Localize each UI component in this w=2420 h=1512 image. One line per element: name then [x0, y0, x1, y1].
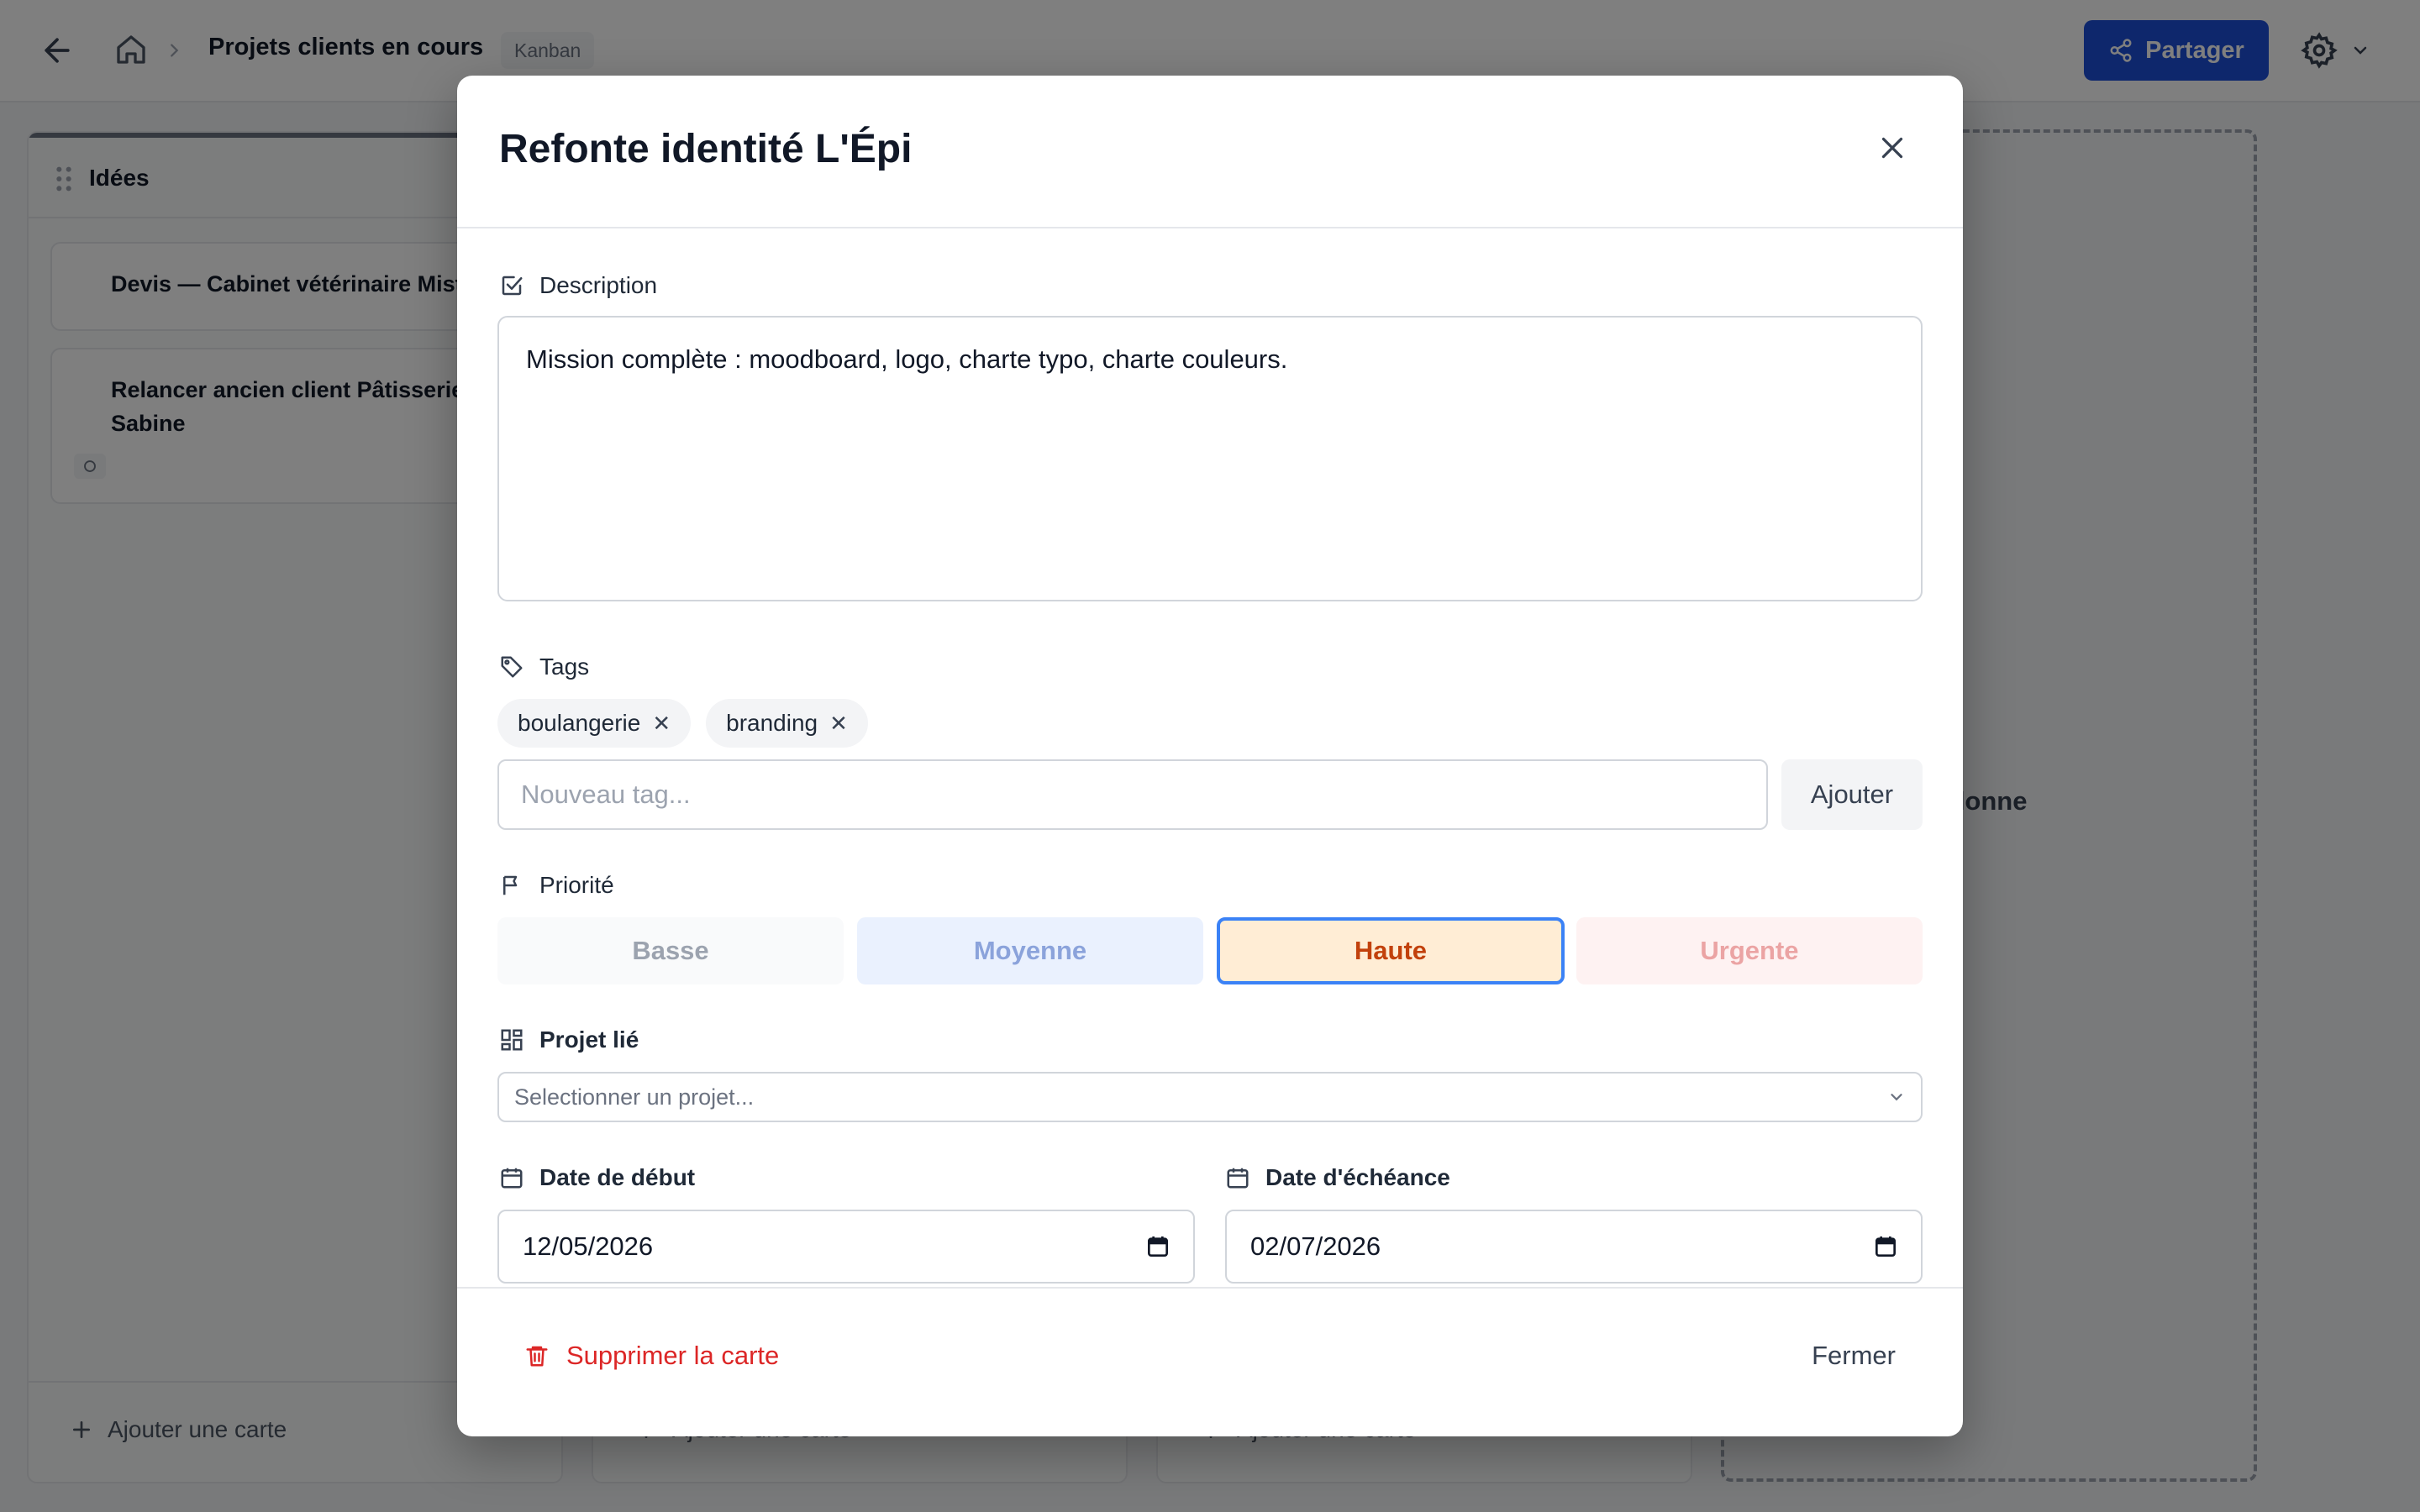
remove-tag-icon[interactable]: ✕ [829, 711, 848, 737]
project-label: Projet lié [499, 1026, 639, 1053]
tags-label: Tags [499, 654, 589, 680]
priority-high-button[interactable]: Haute [1217, 917, 1565, 984]
add-tag-button[interactable]: Ajouter [1781, 759, 1923, 830]
start-date-value: 12/05/2026 [523, 1231, 654, 1261]
priority-medium-button[interactable]: Moyenne [857, 917, 1203, 984]
calendar-picker-icon[interactable] [1872, 1233, 1899, 1260]
calendar-picker-icon[interactable] [1144, 1233, 1171, 1260]
remove-tag-icon[interactable]: ✕ [652, 711, 671, 737]
tag-label: boulangerie [518, 710, 641, 736]
delete-card-button[interactable]: Supprimer la carte [524, 1341, 779, 1371]
modal-header: Refonte identité L'Épi [457, 76, 1963, 228]
project-select-value: Selectionner un projet... [514, 1084, 755, 1110]
due-date-value: 02/07/2026 [1250, 1231, 1381, 1261]
tag-label: branding [726, 710, 818, 736]
description-textarea[interactable]: Mission complète : moodboard, logo, char… [497, 316, 1923, 601]
chevron-down-icon [1891, 1094, 1902, 1101]
due-date-label: Date d'échéance [1225, 1164, 1450, 1191]
close-icon[interactable] [1877, 133, 1907, 163]
tag-list: boulangerie ✕ branding ✕ [497, 699, 868, 748]
grid-icon [501, 1029, 523, 1051]
delete-card-label: Supprimer la carte [566, 1341, 780, 1370]
tag-chip: branding ✕ [706, 699, 868, 748]
priority-urgent-button[interactable]: Urgente [1576, 917, 1923, 984]
modal-title: Refonte identité L'Épi [499, 127, 913, 171]
priority-low-button[interactable]: Basse [497, 917, 844, 984]
card-detail-modal: Refonte identité L'Épi Description Missi… [457, 76, 1963, 1436]
close-button[interactable]: Fermer [1812, 1341, 1896, 1371]
due-date-input[interactable]: 02/07/2026 [1225, 1210, 1923, 1284]
start-date-label: Date de début [499, 1164, 695, 1191]
new-tag-input[interactable] [497, 759, 1768, 830]
description-label: Description [499, 272, 657, 299]
start-date-input[interactable]: 12/05/2026 [497, 1210, 1195, 1284]
calendar-icon [501, 1168, 523, 1189]
tag-icon [501, 656, 523, 678]
flag-icon [503, 875, 518, 895]
priority-label: Priorité [499, 872, 614, 899]
calendar-icon [1227, 1168, 1249, 1189]
checkbox-icon [502, 276, 523, 296]
trash-icon [526, 1346, 548, 1367]
modal-footer: Supprimer la carte Fermer [457, 1287, 1963, 1436]
tag-chip: boulangerie ✕ [497, 699, 692, 748]
project-select[interactable]: Selectionner un projet... [497, 1072, 1923, 1122]
